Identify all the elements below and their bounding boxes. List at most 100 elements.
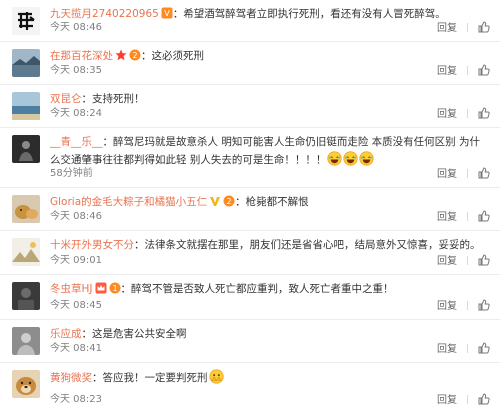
comment-meta: 今天 08:46 回复 — [50, 210, 490, 224]
comment-text-line: 十米开外男女不分：法律条文就摆在那里，朋友们还是省省心吧，结局意外又惊喜，妥妥的… — [50, 237, 490, 254]
comment-time: 今天 08:45 — [50, 300, 102, 311]
comment-meta: 今天 08:46 回复 — [50, 21, 490, 35]
avatar[interactable] — [12, 282, 40, 310]
username-link[interactable]: __青__乐__ — [50, 136, 103, 148]
reply-button[interactable]: 回复 — [437, 301, 457, 312]
laughing-emoji-icon — [343, 151, 358, 166]
divider — [467, 395, 468, 404]
vip-badge-icon: 2 — [223, 195, 235, 207]
vip-badge-icon: 2 — [129, 49, 141, 61]
reply-button[interactable]: 回复 — [437, 344, 457, 355]
comment-time: 今天 08:35 — [50, 65, 102, 76]
comment-actions: 回复 — [437, 254, 490, 269]
comment-text-line: 黄狗微奖：答应我！一定要判死刑 — [50, 369, 490, 387]
comment-item: 双昆仑：支持死刑！ 今天 08:24 回复 — [0, 85, 500, 128]
comment-body: ：答应我！一定要判死刑 — [92, 372, 208, 384]
comment-actions: 回复 — [437, 210, 490, 225]
username-link[interactable]: 乐应成 — [50, 328, 82, 340]
username-link[interactable]: 黄狗微奖 — [50, 372, 92, 384]
username-link[interactable]: 冬虫草HJ — [50, 283, 93, 295]
svg-text:1: 1 — [112, 284, 117, 293]
like-icon[interactable] — [478, 393, 490, 405]
divider — [467, 169, 468, 178]
comment-actions: 回复 — [437, 107, 490, 122]
username-link[interactable]: 九天揽月2740220965 — [50, 8, 159, 20]
like-icon[interactable] — [478, 342, 490, 354]
laughing-emoji-icon — [359, 151, 374, 166]
divider — [467, 66, 468, 75]
reply-button[interactable]: 回复 — [437, 395, 457, 406]
praying-emoji-icon — [208, 369, 224, 384]
comment-actions: 回复 — [437, 393, 490, 408]
divider — [467, 23, 468, 32]
laughing-emoji-icon — [327, 151, 342, 166]
svg-text:V: V — [164, 9, 170, 18]
reply-button[interactable]: 回复 — [437, 109, 457, 120]
comment-item: __青__乐__：醉驾尼玛就是故意杀人 明知可能害人生命仍旧铤而走险 本质没有任… — [0, 128, 500, 188]
comment-meta: 今天 08:41 回复 — [50, 342, 490, 356]
divider — [467, 256, 468, 265]
crown-badge-icon — [95, 282, 107, 294]
comment-time: 今天 08:41 — [50, 343, 102, 354]
comment-body: ：法律条文就摆在那里，朋友们还是省省心吧，结局意外又惊喜，妥妥的。 — [134, 239, 481, 251]
comment-time: 今天 08:46 — [50, 22, 102, 33]
avatar[interactable] — [12, 238, 40, 266]
comment-time: 58分钟前 — [50, 168, 93, 179]
reply-button[interactable]: 回复 — [437, 23, 457, 34]
comment-text-line: Gloria的金毛大粽子和橘猫小五仁 2 ：枪毙都不解恨 — [50, 194, 490, 211]
comment-list: 九天揽月2740220965 V ：希望酒驾醉驾者立即执行死刑，看还有没有人冒死醉驾… — [0, 0, 500, 413]
avatar[interactable] — [12, 327, 40, 355]
comment-item: 冬虫草HJ 1 ：醉驾不管是否致人死亡都应重判，致人死亡者重中之重！ 今天 08:4… — [0, 275, 500, 320]
username-link[interactable]: 十米开外男女不分 — [50, 239, 134, 251]
comment-body: ：醉驾尼玛就是故意杀人 明知可能害人生命仍旧铤而走险 本质没有任何区别 为什么交… — [50, 136, 481, 166]
comment-actions: 回复 — [437, 21, 490, 36]
comment-meta: 今天 08:45 回复 — [50, 299, 490, 313]
like-icon[interactable] — [478, 167, 490, 179]
comment-time: 今天 08:23 — [50, 394, 102, 405]
reply-button[interactable]: 回复 — [437, 169, 457, 180]
avatar[interactable] — [12, 92, 40, 120]
vip-badge-icon: 1 — [109, 282, 121, 294]
like-icon[interactable] — [478, 299, 490, 311]
comment-item: 九天揽月2740220965 V ：希望酒驾醉驾者立即执行死刑，看还有没有人冒死醉驾… — [0, 0, 500, 42]
comment-text-line: __青__乐__：醉驾尼玛就是故意杀人 明知可能害人生命仍旧铤而走险 本质没有任… — [50, 134, 490, 169]
svg-text:2: 2 — [132, 51, 137, 60]
divider — [467, 212, 468, 221]
comment-time: 今天 08:46 — [50, 211, 102, 222]
comment-item: Gloria的金毛大粽子和橘猫小五仁 2 ：枪毙都不解恨 今天 08:46 回复 — [0, 188, 500, 231]
comment-time: 今天 09:01 — [50, 255, 102, 266]
username-link[interactable]: 双昆仑 — [50, 93, 82, 105]
avatar[interactable] — [12, 49, 40, 77]
reply-button[interactable]: 回复 — [437, 256, 457, 267]
comment-actions: 回复 — [437, 167, 490, 182]
username-link[interactable]: Gloria的金毛大粽子和橘猫小五仁 — [50, 196, 207, 208]
comment-item: 十米开外男女不分：法律条文就摆在那里，朋友们还是省省心吧，结局意外又惊喜，妥妥的… — [0, 231, 500, 275]
comment-meta: 今天 09:01 回复 — [50, 254, 490, 268]
comment-actions: 回复 — [437, 64, 490, 79]
comment-body: ：这是危害公共安全啊 — [81, 328, 187, 340]
avatar[interactable] — [12, 135, 40, 163]
reply-button[interactable]: 回复 — [437, 212, 457, 223]
comment-text-line: 双昆仑：支持死刑！ — [50, 91, 490, 108]
comment-body: ：希望酒驾醉驾者立即执行死刑，看还有没有人冒死醉驾。 — [172, 8, 446, 20]
comment-item: 乐应成：这是危害公共安全啊 今天 08:41 回复 — [0, 320, 500, 363]
avatar[interactable] — [12, 195, 40, 223]
avatar[interactable] — [12, 370, 40, 398]
like-icon[interactable] — [478, 64, 490, 76]
avatar[interactable] — [12, 7, 40, 35]
comment-actions: 回复 — [437, 299, 490, 314]
like-icon[interactable] — [478, 107, 490, 119]
comment-item: 在那百花深处 2 ：这必须死刑 今天 08:35 回复 — [0, 42, 500, 85]
divider — [467, 109, 468, 118]
reply-button[interactable]: 回复 — [437, 66, 457, 77]
comment-text-line: 乐应成：这是危害公共安全啊 — [50, 326, 490, 343]
comment-meta: 58分钟前 回复 — [50, 167, 490, 181]
like-icon[interactable] — [478, 210, 490, 222]
v-badge-icon — [209, 195, 221, 207]
comment-text-line: 在那百花深处 2 ：这必须死刑 — [50, 48, 490, 65]
svg-text:2: 2 — [227, 197, 232, 206]
comment-body: ：支持死刑！ — [81, 93, 145, 105]
like-icon[interactable] — [478, 21, 490, 33]
username-link[interactable]: 在那百花深处 — [50, 50, 113, 62]
like-icon[interactable] — [478, 254, 490, 266]
